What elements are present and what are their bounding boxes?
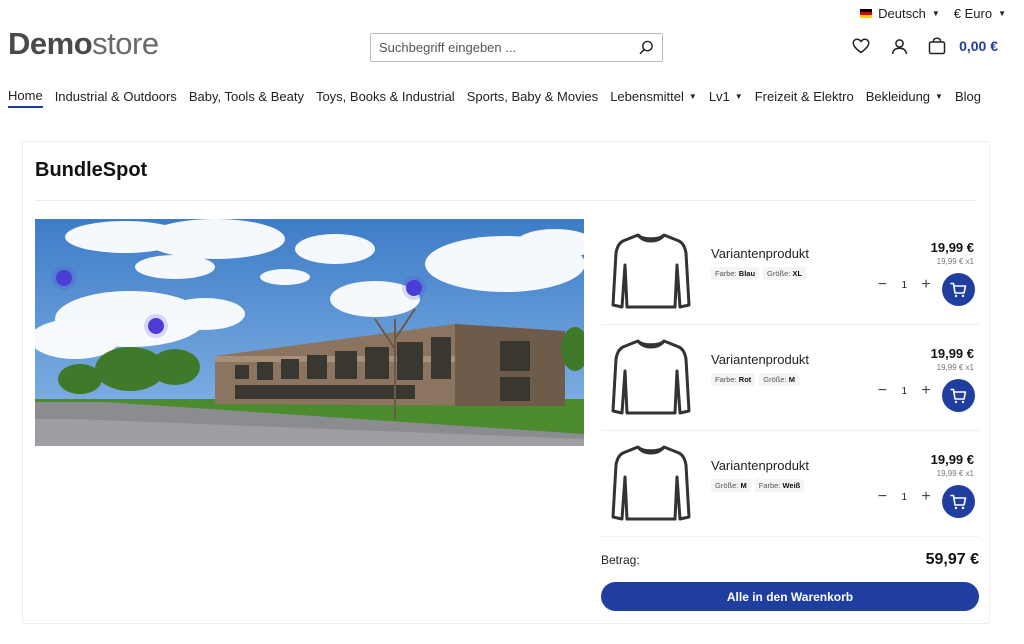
search-icon[interactable] [638, 40, 654, 56]
plus-icon[interactable]: + [919, 489, 933, 505]
plus-icon[interactable]: + [919, 277, 933, 293]
cart-icon [950, 282, 967, 297]
chevron-down-icon: ▼ [935, 92, 943, 101]
nav-item-lebensmittel[interactable]: Lebensmittel ▼ [610, 88, 697, 108]
minus-icon[interactable]: − [875, 489, 889, 505]
logo-bold-text: Demo [8, 26, 93, 61]
list-item: Variantenprodukt Farbe: Blau Größe: XL 1… [601, 219, 979, 325]
language-label: Deutsch [878, 6, 926, 21]
quantity-value[interactable]: 1 [901, 386, 907, 397]
wishlist-heart-icon[interactable] [851, 36, 871, 56]
variant-tags: Größe: M Farbe: Weiß [711, 479, 805, 492]
variant-tag: Farbe: Rot [711, 373, 756, 386]
unit-price: 19,99 € x1 [936, 257, 974, 266]
total-label: Betrag: [601, 553, 640, 567]
longsleeve-shirt-icon[interactable] [611, 231, 691, 313]
quantity-stepper: − 1 + [875, 489, 933, 505]
language-selector[interactable]: Deutsch ▼ [860, 6, 940, 21]
currency-label: € Euro [953, 6, 993, 21]
image-hotspot-3[interactable] [406, 280, 422, 296]
cart-icon [950, 494, 967, 509]
list-item: Variantenprodukt Farbe: Rot Größe: M 19,… [601, 325, 979, 431]
search-input[interactable] [379, 40, 638, 55]
quantity-value[interactable]: 1 [901, 492, 907, 503]
variant-tag: Größe: M [711, 479, 751, 492]
nav-item-label: Toys, Books & Industrial [315, 89, 455, 104]
main-navigation: Home Industrial & Outdoors Baby, Tools &… [8, 88, 981, 108]
add-to-cart-button[interactable] [942, 485, 975, 518]
unit-price: 19,99 € x1 [936, 363, 974, 372]
product-name[interactable]: Variantenprodukt [711, 352, 809, 367]
minus-icon[interactable]: − [875, 277, 889, 293]
chevron-down-icon: ▼ [688, 92, 697, 101]
cart-bag-icon[interactable] [927, 36, 947, 56]
cart-total[interactable]: 0,00 € [959, 38, 998, 54]
nav-item-bekleidung[interactable]: Bekleidung ▼ [866, 88, 943, 108]
variant-tags: Farbe: Blau Größe: XL [711, 267, 807, 280]
product-name[interactable]: Variantenprodukt [711, 246, 809, 261]
nav-item-home[interactable]: Home [8, 88, 43, 108]
header-actions: 0,00 € [851, 36, 998, 56]
nav-item-label: Baby, Tools & Beaty [188, 89, 304, 104]
page-title: BundleSpot [35, 159, 148, 181]
variant-tag: Größe: XL [763, 267, 807, 280]
product-price: 19,99 € [930, 240, 974, 255]
longsleeve-shirt-icon[interactable] [611, 337, 691, 419]
image-hotspot-2[interactable] [148, 318, 164, 334]
plus-icon[interactable]: + [919, 383, 933, 399]
list-item: Variantenprodukt Größe: M Farbe: Weiß 19… [601, 431, 979, 537]
account-user-icon[interactable] [889, 36, 909, 56]
nav-item-industrial-outdoors[interactable]: Industrial & Outdoors [55, 88, 177, 108]
quantity-stepper: − 1 + [875, 277, 933, 293]
nav-item-label: Lv1 [708, 89, 730, 104]
nav-item-label: Lebensmittel [610, 89, 684, 104]
quantity-stepper: − 1 + [875, 383, 933, 399]
topbar: Deutsch ▼ € Euro ▼ [860, 6, 1006, 21]
chevron-down-icon: ▼ [734, 92, 743, 101]
nav-item-label: Industrial & Outdoors [54, 89, 177, 104]
variant-tags: Farbe: Rot Größe: M [711, 373, 799, 386]
unit-price: 19,99 € x1 [936, 469, 974, 478]
add-to-cart-button[interactable] [942, 379, 975, 412]
bundle-total: Betrag: 59,97 € [601, 551, 979, 569]
nav-item-lv1[interactable]: Lv1 ▼ [709, 88, 743, 108]
nav-item-freizeit-elektro[interactable]: Freizeit & Elektro [755, 88, 854, 108]
nav-item-label: Freizeit & Elektro [754, 89, 854, 104]
add-to-cart-button[interactable] [942, 273, 975, 306]
nav-item-label: Bekleidung [865, 89, 931, 104]
currency-selector[interactable]: € Euro ▼ [954, 6, 1006, 21]
variant-tag: Farbe: Blau [711, 267, 760, 280]
product-name[interactable]: Variantenprodukt [711, 458, 809, 473]
cart-icon [950, 388, 967, 403]
chevron-down-icon: ▼ [931, 9, 940, 18]
product-price: 19,99 € [930, 452, 974, 467]
bundle-hero-image [35, 219, 584, 446]
quantity-value[interactable]: 1 [901, 280, 907, 291]
nav-item-baby-tools-beaty[interactable]: Baby, Tools & Beaty [189, 88, 304, 108]
search-box [370, 33, 663, 62]
minus-icon[interactable]: − [875, 383, 889, 399]
divider [35, 200, 977, 201]
nav-item-toys-books-industrial[interactable]: Toys, Books & Industrial [316, 88, 455, 108]
chevron-down-icon: ▼ [998, 9, 1006, 18]
logo-light-text: store [92, 26, 159, 61]
bundle-product-list: Variantenprodukt Farbe: Blau Größe: XL 1… [601, 219, 979, 537]
nav-item-blog[interactable]: Blog [955, 88, 981, 108]
total-amount: 59,97 € [925, 551, 979, 568]
add-all-to-cart-button[interactable]: Alle in den Warenkorb [601, 582, 979, 611]
nav-item-label: Sports, Baby & Movies [466, 89, 599, 104]
nav-item-sports-baby-movies[interactable]: Sports, Baby & Movies [467, 88, 599, 108]
nav-item-label: Home [8, 88, 43, 103]
longsleeve-shirt-icon[interactable] [611, 443, 691, 525]
image-hotspot-1[interactable] [56, 270, 72, 286]
product-price: 19,99 € [930, 346, 974, 361]
variant-tag: Farbe: Weiß [754, 479, 805, 492]
german-flag-icon [860, 9, 873, 18]
bundle-card: BundleSpot Variantenprodukt Farbe: Blau … [22, 141, 990, 624]
variant-tag: Größe: M [759, 373, 799, 386]
nav-item-label: Blog [954, 89, 981, 104]
store-logo[interactable]: Demostore [8, 26, 159, 62]
